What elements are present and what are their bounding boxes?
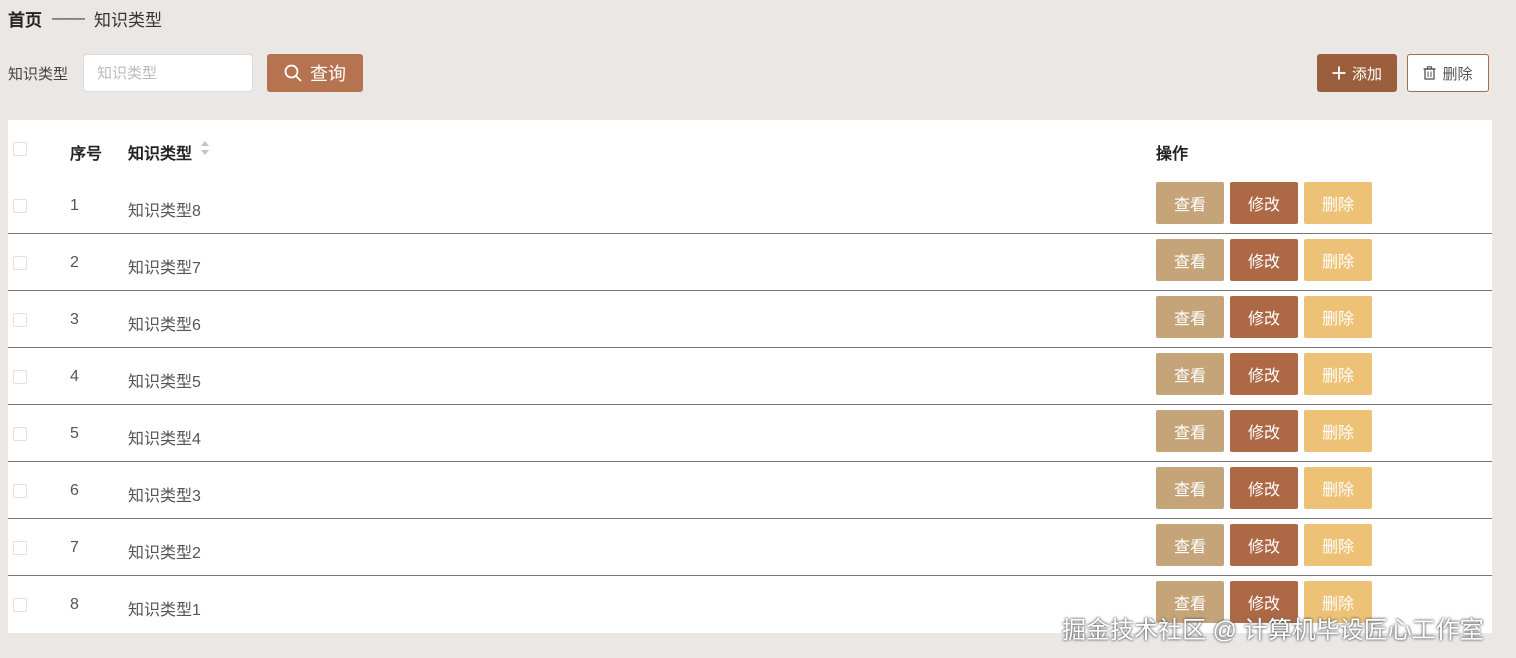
table-row: 4 知识类型5 查看 修改 删除 <box>8 348 1492 405</box>
row-actions: 查看 修改 删除 <box>1156 182 1372 224</box>
breadcrumb-separator: —— <box>52 8 85 27</box>
row-actions: 查看 修改 删除 <box>1156 296 1372 338</box>
add-button[interactable]: 添加 <box>1317 54 1397 92</box>
table-row: 5 知识类型4 查看 修改 删除 <box>8 405 1492 462</box>
row-checkbox[interactable] <box>13 313 27 327</box>
row-name: 知识类型8 <box>128 203 201 220</box>
delete-button[interactable]: 删除 <box>1304 353 1372 395</box>
row-actions: 查看 修改 删除 <box>1156 353 1372 395</box>
view-button[interactable]: 查看 <box>1156 467 1224 509</box>
row-actions: 查看 修改 删除 <box>1156 239 1372 281</box>
breadcrumb: 首页 —— 知识类型 <box>8 6 162 31</box>
plus-icon <box>1332 66 1346 80</box>
view-button[interactable]: 查看 <box>1156 239 1224 281</box>
row-checkbox[interactable] <box>13 598 27 612</box>
row-name: 知识类型4 <box>128 431 201 448</box>
row-name: 知识类型6 <box>128 317 201 334</box>
delete-button[interactable]: 删除 <box>1304 296 1372 338</box>
row-index: 6 <box>70 482 79 499</box>
row-index: 8 <box>70 596 79 613</box>
row-checkbox[interactable] <box>13 484 27 498</box>
header-ops: 操作 <box>1156 146 1189 163</box>
row-index: 4 <box>70 368 79 385</box>
row-name: 知识类型7 <box>128 260 201 277</box>
view-button[interactable]: 查看 <box>1156 524 1224 566</box>
bulk-delete-label: 删除 <box>1442 65 1473 83</box>
delete-button[interactable]: 删除 <box>1304 239 1372 281</box>
table-row: 7 知识类型2 查看 修改 删除 <box>8 519 1492 576</box>
delete-button[interactable]: 删除 <box>1304 182 1372 224</box>
row-name: 知识类型2 <box>128 545 201 562</box>
row-name: 知识类型3 <box>128 488 201 505</box>
add-button-label: 添加 <box>1351 65 1382 83</box>
search-input[interactable] <box>83 54 253 92</box>
breadcrumb-home[interactable]: 首页 <box>8 6 42 31</box>
row-checkbox[interactable] <box>13 427 27 441</box>
delete-button[interactable]: 删除 <box>1304 524 1372 566</box>
row-actions: 查看 修改 删除 <box>1156 524 1372 566</box>
table-row: 2 知识类型7 查看 修改 删除 <box>8 234 1492 291</box>
edit-button[interactable]: 修改 <box>1230 467 1298 509</box>
row-actions: 查看 修改 删除 <box>1156 467 1372 509</box>
table-row: 1 知识类型8 查看 修改 删除 <box>8 177 1492 234</box>
row-checkbox[interactable] <box>13 256 27 270</box>
edit-button[interactable]: 修改 <box>1230 296 1298 338</box>
table-row: 6 知识类型3 查看 修改 删除 <box>8 462 1492 519</box>
view-button[interactable]: 查看 <box>1156 353 1224 395</box>
row-actions: 查看 修改 删除 <box>1156 410 1372 452</box>
delete-button[interactable]: 删除 <box>1304 410 1372 452</box>
row-index: 5 <box>70 425 79 442</box>
select-all-checkbox[interactable] <box>13 142 27 156</box>
breadcrumb-current: 知识类型 <box>94 10 162 30</box>
row-checkbox[interactable] <box>13 370 27 384</box>
search-label: 知识类型 <box>8 66 69 83</box>
row-index: 7 <box>70 539 79 556</box>
trash-icon <box>1423 66 1436 80</box>
row-name: 知识类型1 <box>128 602 201 619</box>
header-name[interactable]: 知识类型 <box>128 140 192 164</box>
edit-button[interactable]: 修改 <box>1230 410 1298 452</box>
query-button-label: 查询 <box>310 64 346 84</box>
delete-button[interactable]: 删除 <box>1304 467 1372 509</box>
sort-icon[interactable] <box>199 139 211 157</box>
row-checkbox[interactable] <box>13 199 27 213</box>
view-button[interactable]: 查看 <box>1156 410 1224 452</box>
query-button[interactable]: 查询 <box>267 54 363 92</box>
bulk-delete-button[interactable]: 删除 <box>1407 54 1489 92</box>
row-index: 3 <box>70 311 79 328</box>
edit-button[interactable]: 修改 <box>1230 353 1298 395</box>
row-name: 知识类型5 <box>128 374 201 391</box>
row-index: 2 <box>70 254 79 271</box>
edit-button[interactable]: 修改 <box>1230 524 1298 566</box>
row-index: 1 <box>70 197 79 214</box>
knowledge-type-table: 序号 知识类型 操作 1 知识类型8 查看 修改 删除 2 知识类型7 查看 修… <box>8 120 1492 633</box>
search-icon <box>284 64 302 82</box>
header-index: 序号 <box>70 146 103 163</box>
table-row: 3 知识类型6 查看 修改 删除 <box>8 291 1492 348</box>
row-checkbox[interactable] <box>13 541 27 555</box>
table-header: 序号 知识类型 操作 <box>8 120 1492 177</box>
view-button[interactable]: 查看 <box>1156 182 1224 224</box>
view-button[interactable]: 查看 <box>1156 296 1224 338</box>
watermark: 掘金技术社区 @ 计算机毕设匠心工作室 <box>1062 617 1484 644</box>
edit-button[interactable]: 修改 <box>1230 239 1298 281</box>
edit-button[interactable]: 修改 <box>1230 182 1298 224</box>
